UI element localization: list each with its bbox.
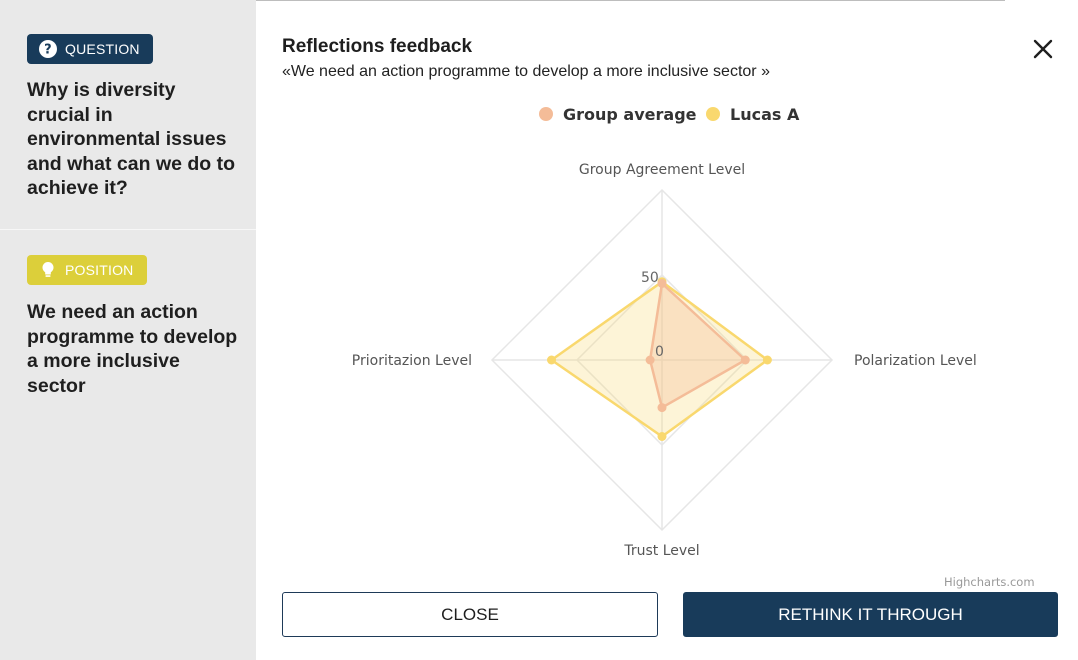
axis-category-label: Trust Level bbox=[623, 543, 699, 559]
data-point bbox=[657, 403, 667, 413]
help-circle-icon: ? bbox=[39, 40, 57, 58]
question-badge: ? QUESTION bbox=[27, 34, 153, 64]
close-dialog-button[interactable] bbox=[1030, 36, 1056, 62]
legend-label: Group average bbox=[563, 105, 697, 124]
data-point bbox=[762, 355, 772, 365]
svg-text:?: ? bbox=[44, 43, 52, 58]
legend-item[interactable]: Lucas A bbox=[706, 105, 800, 124]
legend-item[interactable]: Group average bbox=[539, 105, 697, 124]
data-point bbox=[657, 279, 667, 288]
lightbulb-icon bbox=[39, 261, 57, 279]
close-button[interactable]: CLOSE bbox=[282, 592, 658, 637]
sidebar: ? QUESTION Why is diversity crucial in e… bbox=[0, 0, 256, 660]
radar-chart: 0 50 Group Agreement Level Polarization Lev… bbox=[352, 105, 977, 559]
page-subtitle: «We need an action programme to develop … bbox=[282, 63, 770, 80]
question-badge-label: QUESTION bbox=[65, 41, 140, 57]
y-tick-label: 50 bbox=[641, 270, 659, 286]
rethink-button[interactable]: RETHINK IT THROUGH bbox=[683, 592, 1058, 637]
chart-credit[interactable]: Highcharts.com bbox=[944, 575, 1035, 589]
legend-marker bbox=[539, 107, 553, 121]
sidebar-divider bbox=[0, 229, 256, 230]
question-section: ? QUESTION Why is diversity crucial in e… bbox=[0, 0, 256, 229]
position-badge: POSITION bbox=[27, 255, 147, 285]
legend-label: Lucas A bbox=[730, 105, 800, 124]
question-text: Why is diversity crucial in environmenta… bbox=[27, 79, 236, 199]
axis-category-label: Polarization Level bbox=[854, 353, 977, 369]
axis-category-label: Prioritazion Level bbox=[352, 353, 472, 369]
legend-marker bbox=[706, 107, 720, 121]
y-tick-label: 0 bbox=[655, 344, 664, 360]
close-icon bbox=[1033, 39, 1053, 59]
position-badge-label: POSITION bbox=[65, 262, 134, 278]
data-point bbox=[740, 355, 750, 365]
data-point bbox=[547, 355, 556, 365]
axis-category-label: Group Agreement Level bbox=[579, 162, 745, 178]
feedback-panel: 0 50 Group Agreement Level Polarization Lev… bbox=[256, 0, 1078, 660]
data-point bbox=[645, 355, 655, 365]
page-title: Reflections feedback bbox=[282, 36, 473, 57]
position-text: We need an action programme to develop a… bbox=[27, 301, 238, 397]
data-point bbox=[657, 432, 667, 441]
radar-chart-container: 0 50 Group Agreement Level Polarization Lev… bbox=[256, 0, 1078, 600]
